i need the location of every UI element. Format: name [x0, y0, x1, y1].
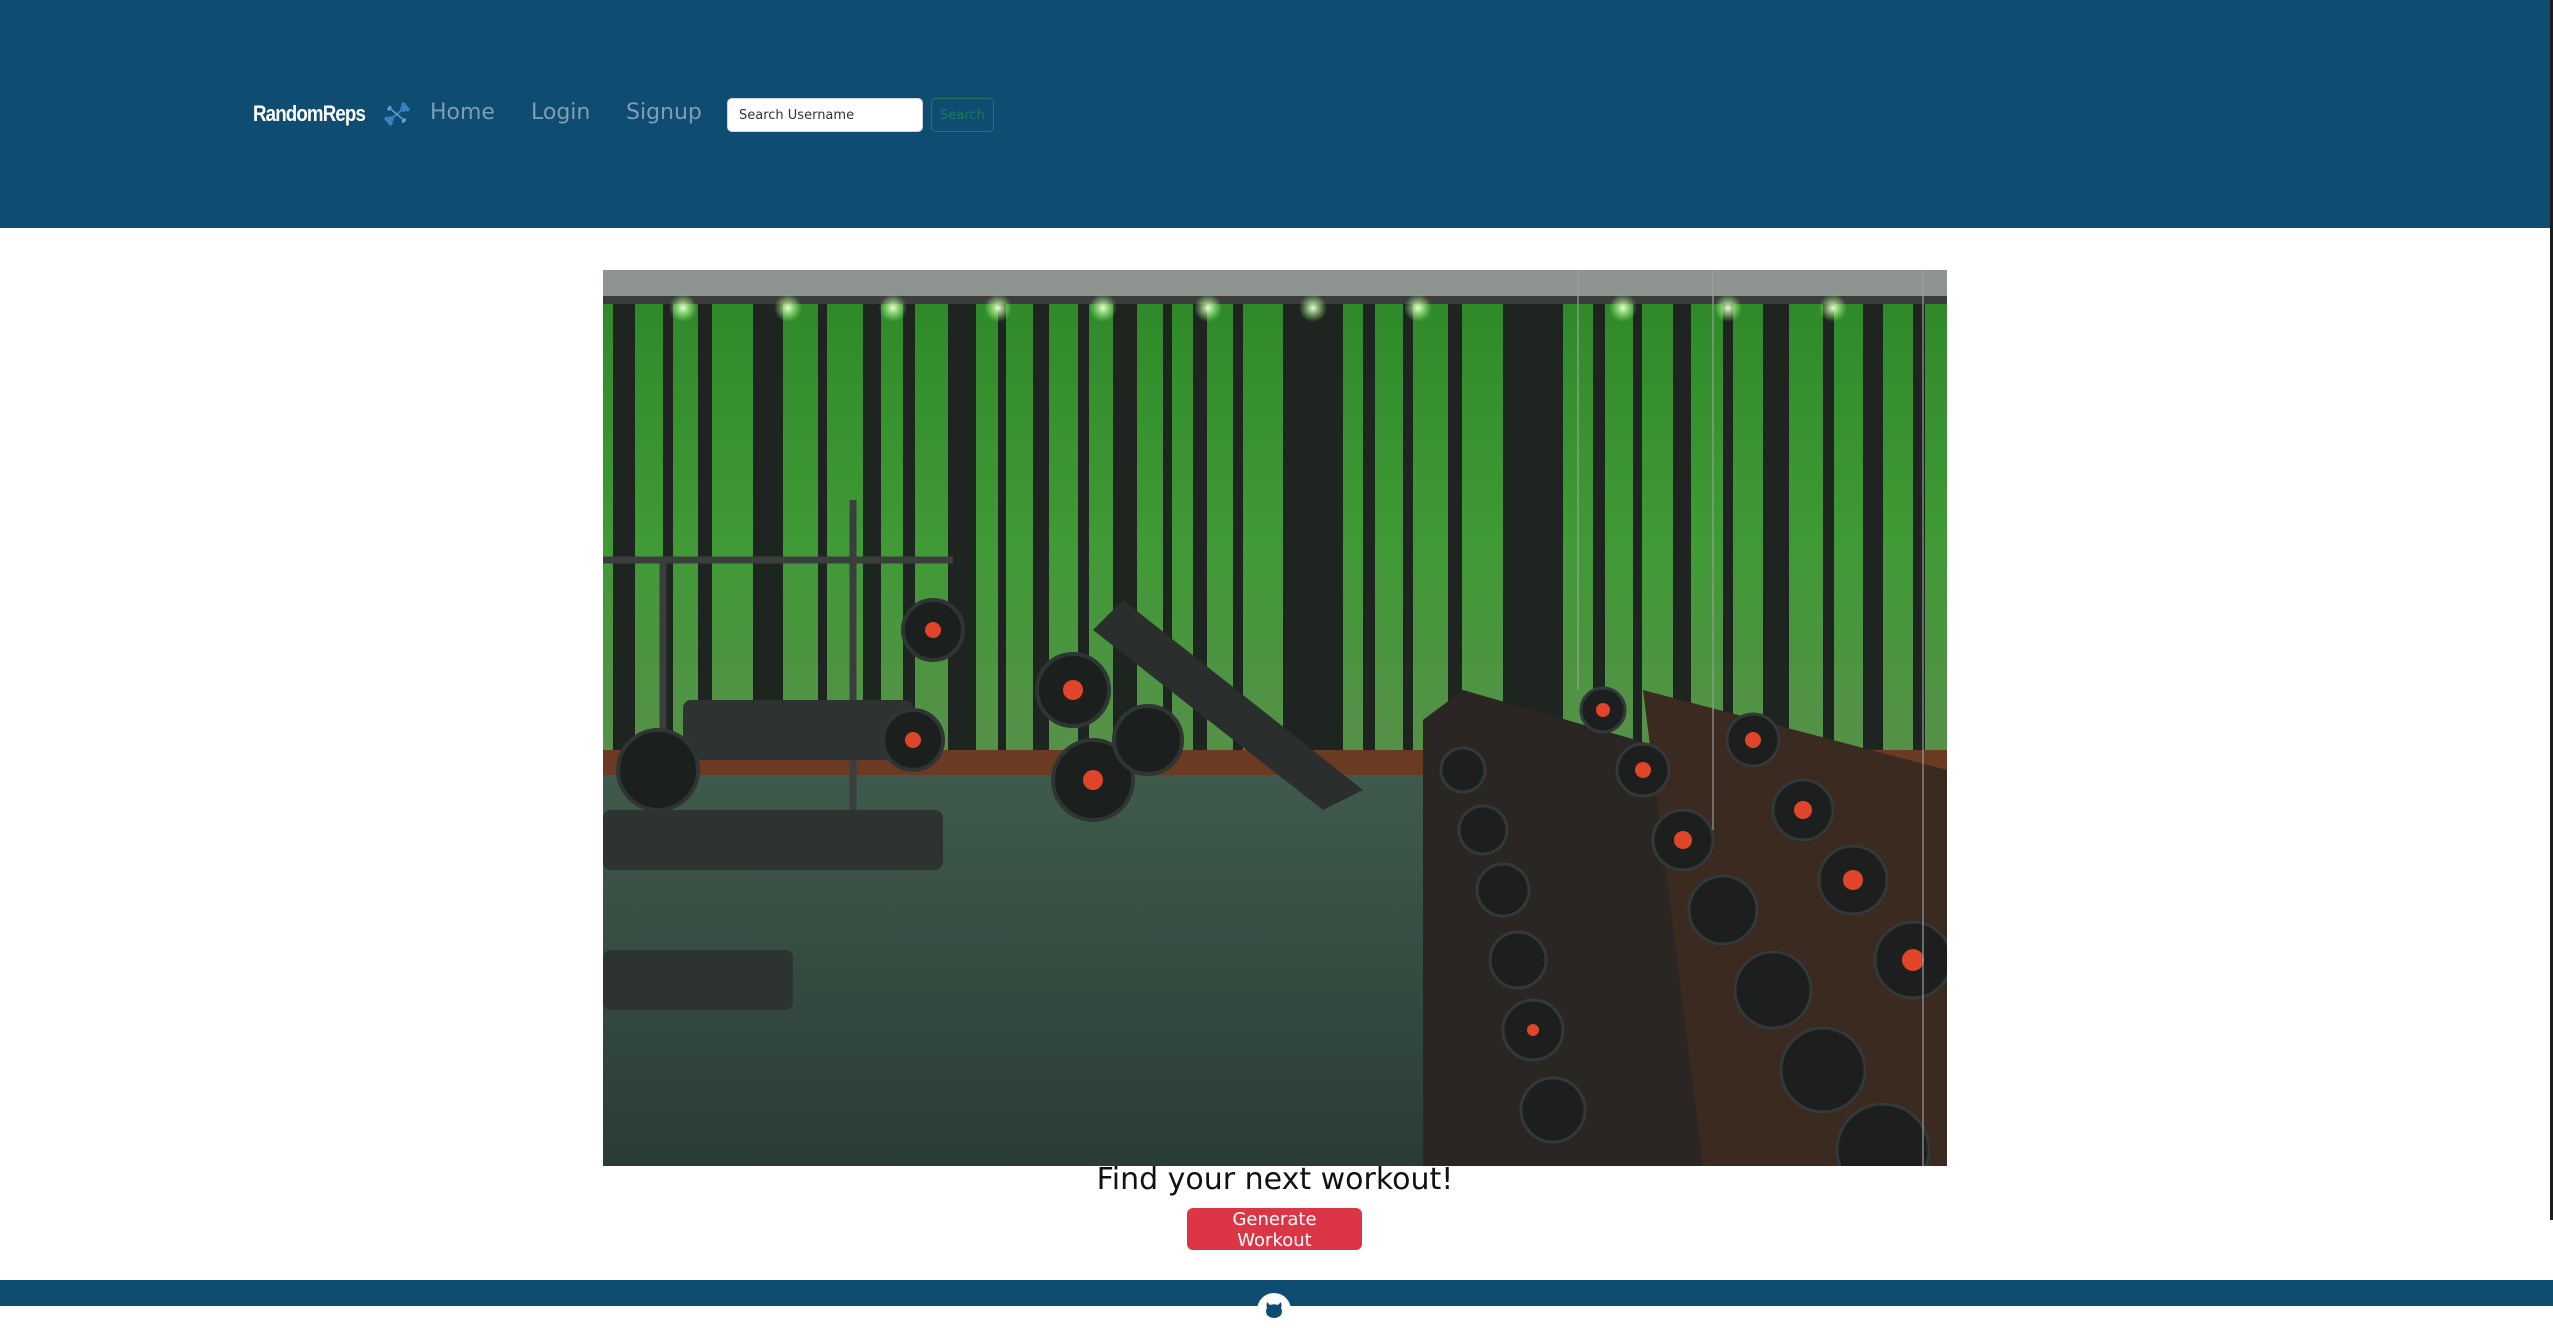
nav-login-link[interactable]: Login: [531, 100, 590, 125]
github-icon[interactable]: [1256, 1292, 1292, 1328]
nav-home-link[interactable]: Home: [430, 100, 495, 125]
hero-gym-image: [603, 270, 1947, 1166]
brand-logo[interactable]: RandomReps: [253, 98, 413, 130]
search-username-input[interactable]: [727, 98, 923, 132]
footer: [0, 1280, 2553, 1327]
brand-name: RandomReps: [253, 101, 366, 126]
search-button[interactable]: Search: [931, 98, 994, 132]
nav-signup-link[interactable]: Signup: [626, 100, 702, 125]
generate-workout-button[interactable]: Generate Workout: [1187, 1208, 1362, 1251]
navbar: RandomReps Home Login Signup Search: [0, 0, 2550, 228]
page-tagline: Find your next workout!: [1096, 1162, 1454, 1197]
dumbbell-icon: [384, 102, 410, 126]
